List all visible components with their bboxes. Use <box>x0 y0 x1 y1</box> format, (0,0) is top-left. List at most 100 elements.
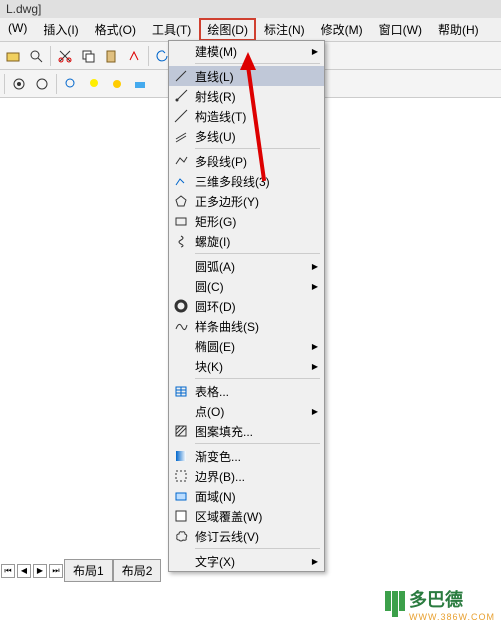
menu-item-helix[interactable]: 螺旋(I) <box>169 231 324 251</box>
zoom-icon[interactable] <box>25 45 47 67</box>
gear2-icon[interactable] <box>31 73 53 95</box>
ray-icon <box>173 88 189 104</box>
submenu-arrow-icon: ▶ <box>312 362 318 371</box>
separator <box>148 46 149 66</box>
logo-bars-icon <box>385 591 405 617</box>
menu-separator <box>195 378 320 379</box>
pline-icon <box>173 153 189 169</box>
menu-label: 表格... <box>195 383 229 400</box>
menu-item-hatch[interactable]: 图案填充... <box>169 421 324 441</box>
tab-layout1[interactable]: 布局1 <box>64 559 113 582</box>
menu-item-建模(M)[interactable]: 建模(M)▶ <box>169 41 324 61</box>
menu-dimension[interactable]: 标注(N) <box>256 18 313 41</box>
menu-separator <box>195 548 320 549</box>
blank-icon <box>173 338 189 354</box>
submenu-arrow-icon: ▶ <box>312 342 318 351</box>
menu-item-ray[interactable]: 射线(R) <box>169 86 324 106</box>
menu-window2[interactable]: 窗口(W) <box>371 18 430 41</box>
menu-bar: (W) 插入(I) 格式(O) 工具(T) 绘图(D) 标注(N) 修改(M) … <box>0 18 501 42</box>
menu-item-xline[interactable]: 构造线(T) <box>169 106 324 126</box>
menu-insert[interactable]: 插入(I) <box>35 18 86 41</box>
layout-tabs: ⏮ ◀ ▶ ⏭ 布局1 布局2 <box>0 559 161 582</box>
gradient-icon <box>173 448 189 464</box>
menu-item-polygon[interactable]: 正多边形(Y) <box>169 191 324 211</box>
menu-help[interactable]: 帮助(H) <box>430 18 487 41</box>
menu-label: 三维多段线(3) <box>195 173 270 190</box>
logo-text: 多巴德 <box>409 586 495 612</box>
revcloud-icon <box>173 528 189 544</box>
menu-label: 构造线(T) <box>195 108 246 125</box>
region-icon <box>173 488 189 504</box>
window-title: L.dwg] <box>6 2 41 16</box>
copy-icon[interactable] <box>77 45 99 67</box>
menu-item-revcloud[interactable]: 修订云线(V) <box>169 526 324 546</box>
menu-label: 螺旋(I) <box>195 233 230 250</box>
tab-first-icon[interactable]: ⏮ <box>1 564 15 578</box>
blank-icon <box>173 403 189 419</box>
menu-label: 点(O) <box>195 403 224 420</box>
match-icon[interactable] <box>123 45 145 67</box>
menu-item-点(O)[interactable]: 点(O) ▶ <box>169 401 324 421</box>
menu-item-rect[interactable]: 矩形(G) <box>169 211 324 231</box>
draw-dropdown: 建模(M)▶ 直线(L) 射线(R) 构造线(T)多线(U) 多段线(P) 三维多段线(3… <box>168 40 325 572</box>
separator <box>4 74 5 94</box>
menu-label: 矩形(G) <box>195 213 236 230</box>
menu-modify[interactable]: 修改(M) <box>313 18 371 41</box>
menu-label: 块(K) <box>195 358 223 375</box>
cut-icon[interactable] <box>54 45 76 67</box>
polygon-icon <box>173 193 189 209</box>
menu-item-pline3d[interactable]: 三维多段线(3) <box>169 171 324 191</box>
menu-item-line[interactable]: 直线(L) <box>169 66 324 86</box>
menu-item-圆弧(A)[interactable]: 圆弧(A)▶ <box>169 256 324 276</box>
menu-separator <box>195 148 320 149</box>
blank-icon <box>173 278 189 294</box>
boundary-icon <box>173 468 189 484</box>
tab-layout2[interactable]: 布局2 <box>113 559 162 582</box>
menu-label: 渐变色... <box>195 448 241 465</box>
wipeout-icon <box>173 508 189 524</box>
open-icon[interactable] <box>2 45 24 67</box>
menu-item-wipeout[interactable]: 区域覆盖(W) <box>169 506 324 526</box>
menu-label: 直线(L) <box>195 68 234 85</box>
pline3d-icon <box>173 173 189 189</box>
gear-icon[interactable] <box>8 73 30 95</box>
menu-item-圆(C)[interactable]: 圆(C)▶ <box>169 276 324 296</box>
menu-draw[interactable]: 绘图(D) <box>199 18 256 41</box>
menu-item-spline[interactable]: 样条曲线(S) <box>169 316 324 336</box>
menu-label: 面域(N) <box>195 488 236 505</box>
menu-separator <box>195 443 320 444</box>
menu-item-gradient[interactable]: 渐变色... <box>169 446 324 466</box>
tab-prev-icon[interactable]: ◀ <box>17 564 31 578</box>
spline-icon <box>173 318 189 334</box>
menu-item-文字(X)[interactable]: 文字(X)▶ <box>169 551 324 571</box>
menu-item-region[interactable]: 面域(N) <box>169 486 324 506</box>
tab-last-icon[interactable]: ⏭ <box>49 564 63 578</box>
find-icon[interactable] <box>60 73 82 95</box>
menu-tools[interactable]: 工具(T) <box>144 18 199 41</box>
menu-item-boundary[interactable]: 边界(B)... <box>169 466 324 486</box>
menu-label: 圆弧(A) <box>195 258 235 275</box>
submenu-arrow-icon: ▶ <box>312 407 318 416</box>
menu-item-donut[interactable]: 圆环(D) <box>169 296 324 316</box>
helix-icon <box>173 233 189 249</box>
blank-icon <box>173 43 189 59</box>
menu-format[interactable]: 格式(O) <box>87 18 144 41</box>
tab-next-icon[interactable]: ▶ <box>33 564 47 578</box>
menu-label: 射线(R) <box>195 88 236 105</box>
separator <box>56 74 57 94</box>
bulb-icon[interactable] <box>83 73 105 95</box>
paste-icon[interactable] <box>100 45 122 67</box>
tag-icon[interactable] <box>129 73 151 95</box>
menu-label: 正多边形(Y) <box>195 193 259 210</box>
menu-label: 图案填充... <box>195 423 253 440</box>
sun-icon[interactable] <box>106 73 128 95</box>
menu-item-椭圆(E)[interactable]: 椭圆(E)▶ <box>169 336 324 356</box>
menu-label: 圆(C) <box>195 278 224 295</box>
menu-window[interactable]: (W) <box>0 18 35 41</box>
menu-item-mline[interactable]: 多线(U) <box>169 126 324 146</box>
blank-icon <box>173 553 189 569</box>
menu-item-块(K)[interactable]: 块(K) ▶ <box>169 356 324 376</box>
menu-item-table[interactable]: 表格... <box>169 381 324 401</box>
menu-label: 区域覆盖(W) <box>195 508 262 525</box>
menu-item-pline[interactable]: 多段线(P) <box>169 151 324 171</box>
